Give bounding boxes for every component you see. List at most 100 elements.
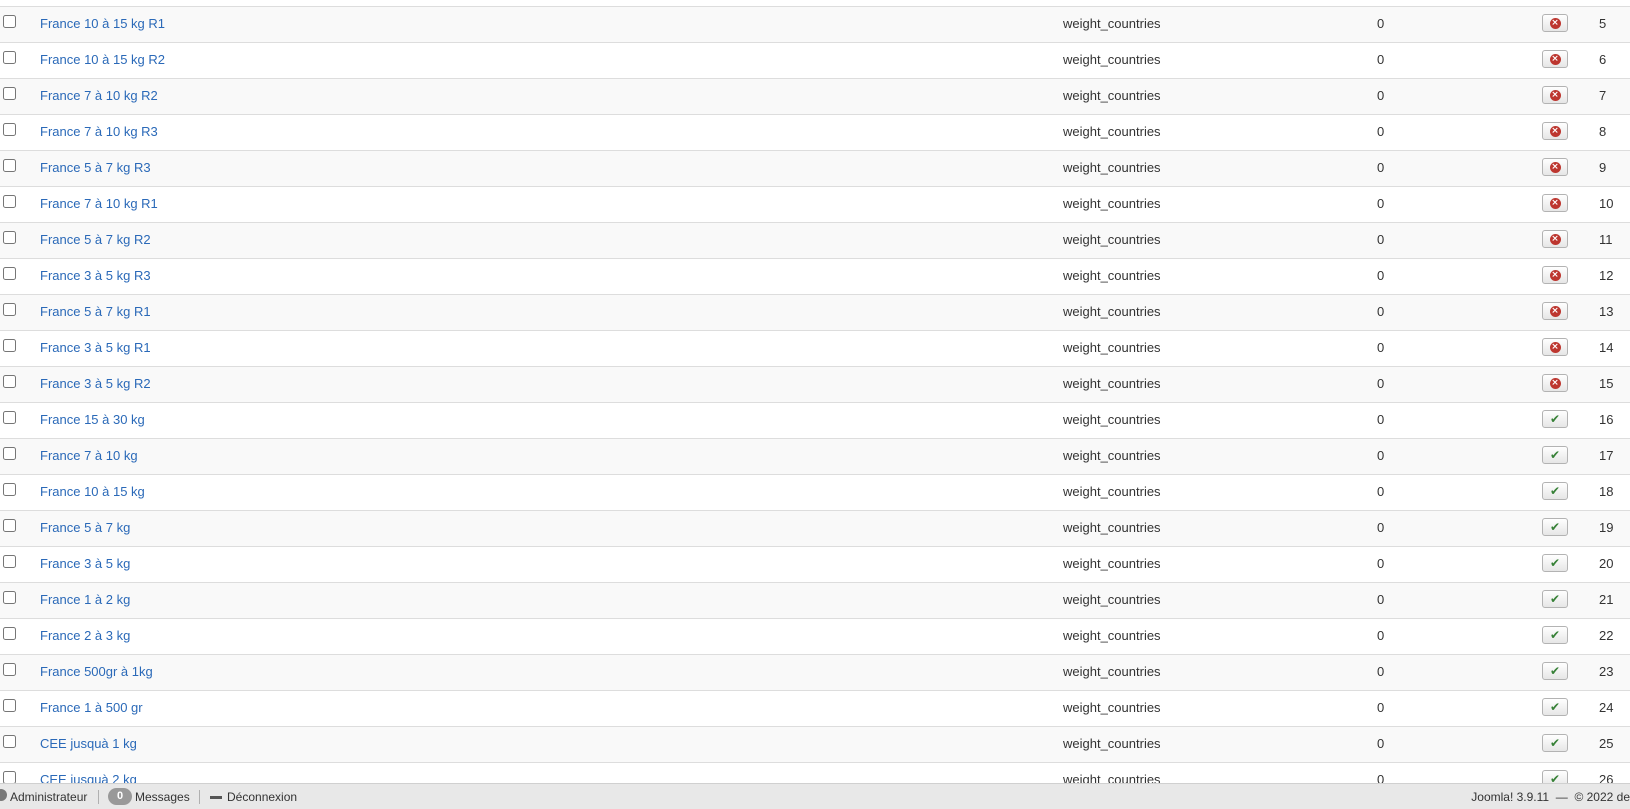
shipping-type: weight_countries bbox=[1063, 556, 1161, 571]
publish-toggle-button[interactable]: × bbox=[1542, 302, 1568, 320]
unpublish-toggle-button[interactable]: ✔ bbox=[1542, 698, 1568, 716]
row-select-checkbox[interactable] bbox=[3, 447, 16, 460]
table-row: France 7 à 10 kg R2 weight_countries 0 × 7 bbox=[0, 79, 1630, 115]
shipping-method-name-link[interactable]: France 10 à 15 kg R1 bbox=[40, 16, 165, 31]
user-menu-link[interactable]: Administrateur bbox=[10, 790, 87, 804]
shipping-method-name-link[interactable]: France 5 à 7 kg bbox=[40, 520, 130, 535]
ordering-value: 0 bbox=[1377, 484, 1385, 499]
row-select-checkbox[interactable] bbox=[3, 663, 16, 676]
row-id: 25 bbox=[1599, 736, 1614, 751]
row-select-checkbox[interactable] bbox=[3, 555, 16, 568]
publish-toggle-button[interactable]: × bbox=[1542, 50, 1568, 68]
shipping-method-name-link[interactable]: France 7 à 10 kg R1 bbox=[40, 196, 158, 211]
publish-toggle-button[interactable]: × bbox=[1542, 266, 1568, 284]
table-row: France 10 à 15 kg R1 weight_countries 0 × 5 bbox=[0, 7, 1630, 43]
row-select-checkbox[interactable] bbox=[3, 519, 16, 532]
shipping-method-name-link[interactable]: France 2 à 3 kg bbox=[40, 628, 130, 643]
table-row: CEE jusquà 2 kg weight_countries 0 ✔ 26 bbox=[0, 763, 1630, 783]
row-id: 26 bbox=[1599, 772, 1614, 783]
shipping-method-name-link[interactable]: France 15 à 30 kg bbox=[40, 412, 145, 427]
ordering-value: 0 bbox=[1377, 232, 1385, 247]
unpublish-toggle-button[interactable]: ✔ bbox=[1542, 626, 1568, 644]
shipping-method-name-link[interactable]: France 5 à 7 kg R2 bbox=[40, 232, 151, 247]
shipping-method-name-link[interactable]: France 3 à 5 kg R1 bbox=[40, 340, 151, 355]
shipping-method-name-link[interactable]: France 10 à 15 kg bbox=[40, 484, 145, 499]
row-select-checkbox[interactable] bbox=[3, 411, 16, 424]
shipping-method-name-link[interactable]: France 7 à 10 kg R2 bbox=[40, 88, 158, 103]
user-icon bbox=[0, 789, 7, 801]
row-id: 18 bbox=[1599, 484, 1614, 499]
row-select-checkbox[interactable] bbox=[3, 231, 16, 244]
ordering-value: 0 bbox=[1377, 556, 1385, 571]
unpublish-toggle-button[interactable]: ✔ bbox=[1542, 518, 1568, 536]
shipping-type: weight_countries bbox=[1063, 160, 1161, 175]
shipping-type: weight_countries bbox=[1063, 484, 1161, 499]
unpublish-toggle-button[interactable]: ✔ bbox=[1542, 554, 1568, 572]
shipping-method-name-link[interactable]: CEE jusquà 1 kg bbox=[40, 736, 137, 751]
table-row: France 3 à 5 kg R1 weight_countries 0 × 14 bbox=[0, 331, 1630, 367]
ordering-value: 0 bbox=[1377, 304, 1385, 319]
row-select-checkbox[interactable] bbox=[3, 699, 16, 712]
messages-link[interactable]: Messages bbox=[135, 790, 190, 804]
row-select-checkbox[interactable] bbox=[3, 375, 16, 388]
separator bbox=[199, 790, 200, 804]
row-select-checkbox[interactable] bbox=[3, 159, 16, 172]
row-id: 6 bbox=[1599, 52, 1607, 67]
shipping-methods-table: France 10 à 15 kg R1 weight_countries 0 × 5 F… bbox=[0, 0, 1630, 783]
shipping-method-name-link[interactable]: France 1 à 2 kg bbox=[40, 592, 130, 607]
row-id: 16 bbox=[1599, 412, 1614, 427]
unpublish-toggle-button[interactable]: ✔ bbox=[1542, 662, 1568, 680]
row-select-checkbox[interactable] bbox=[3, 123, 16, 136]
shipping-method-name-link[interactable]: France 5 à 7 kg R1 bbox=[40, 304, 151, 319]
shipping-type: weight_countries bbox=[1063, 700, 1161, 715]
shipping-method-name-link[interactable]: France 1 à 500 gr bbox=[40, 700, 143, 715]
unpublished-x-icon: × bbox=[1549, 305, 1561, 317]
publish-toggle-button[interactable]: × bbox=[1542, 158, 1568, 176]
shipping-method-name-link[interactable]: France 7 à 10 kg R3 bbox=[40, 124, 158, 139]
unpublish-toggle-button[interactable]: ✔ bbox=[1542, 770, 1568, 783]
row-select-checkbox[interactable] bbox=[3, 771, 16, 783]
publish-toggle-button[interactable]: × bbox=[1542, 122, 1568, 140]
unpublish-toggle-button[interactable]: ✔ bbox=[1542, 410, 1568, 428]
publish-toggle-button[interactable]: × bbox=[1542, 230, 1568, 248]
row-select-checkbox[interactable] bbox=[3, 339, 16, 352]
row-select-checkbox[interactable] bbox=[3, 303, 16, 316]
copyright-text: © 2022 de bbox=[1574, 790, 1630, 804]
publish-toggle-button[interactable]: × bbox=[1542, 86, 1568, 104]
row-select-checkbox[interactable] bbox=[3, 51, 16, 64]
row-select-checkbox[interactable] bbox=[3, 735, 16, 748]
messages-count-badge[interactable]: 0 bbox=[108, 788, 132, 805]
shipping-method-name-link[interactable]: CEE jusquà 2 kg bbox=[40, 772, 137, 783]
shipping-type: weight_countries bbox=[1063, 448, 1161, 463]
shipping-type: weight_countries bbox=[1063, 412, 1161, 427]
unpublish-toggle-button[interactable]: ✔ bbox=[1542, 446, 1568, 464]
table-row: France 3 à 5 kg R2 weight_countries 0 × 15 bbox=[0, 367, 1630, 403]
shipping-method-name-link[interactable]: France 3 à 5 kg R3 bbox=[40, 268, 151, 283]
row-select-checkbox[interactable] bbox=[3, 87, 16, 100]
unpublished-x-icon: × bbox=[1549, 53, 1561, 65]
unpublish-toggle-button[interactable]: ✔ bbox=[1542, 590, 1568, 608]
unpublish-toggle-button[interactable]: ✔ bbox=[1542, 734, 1568, 752]
row-select-checkbox[interactable] bbox=[3, 591, 16, 604]
row-select-checkbox[interactable] bbox=[3, 195, 16, 208]
shipping-method-name-link[interactable]: France 10 à 15 kg R2 bbox=[40, 52, 165, 67]
unpublished-x-icon: × bbox=[1549, 377, 1561, 389]
row-select-checkbox[interactable] bbox=[3, 15, 16, 28]
row-select-checkbox[interactable] bbox=[3, 627, 16, 640]
shipping-type: weight_countries bbox=[1063, 772, 1161, 783]
unpublish-toggle-button[interactable]: ✔ bbox=[1542, 482, 1568, 500]
shipping-method-name-link[interactable]: France 7 à 10 kg bbox=[40, 448, 138, 463]
row-select-checkbox[interactable] bbox=[3, 267, 16, 280]
publish-toggle-button[interactable]: × bbox=[1542, 14, 1568, 32]
shipping-method-name-link[interactable]: France 500gr à 1kg bbox=[40, 664, 153, 679]
shipping-method-name-link[interactable]: France 3 à 5 kg bbox=[40, 556, 130, 571]
row-select-checkbox[interactable] bbox=[3, 483, 16, 496]
publish-toggle-button[interactable]: × bbox=[1542, 338, 1568, 356]
publish-toggle-button[interactable]: × bbox=[1542, 374, 1568, 392]
table-row: France 10 à 15 kg R2 weight_countries 0 × 6 bbox=[0, 43, 1630, 79]
shipping-method-name-link[interactable]: France 3 à 5 kg R2 bbox=[40, 376, 151, 391]
shipping-method-name-link[interactable]: France 5 à 7 kg R3 bbox=[40, 160, 151, 175]
publish-toggle-button[interactable]: × bbox=[1542, 194, 1568, 212]
logout-link[interactable]: Déconnexion bbox=[227, 790, 297, 804]
table-row: France 1 à 500 gr weight_countries 0 ✔ 24 bbox=[0, 691, 1630, 727]
